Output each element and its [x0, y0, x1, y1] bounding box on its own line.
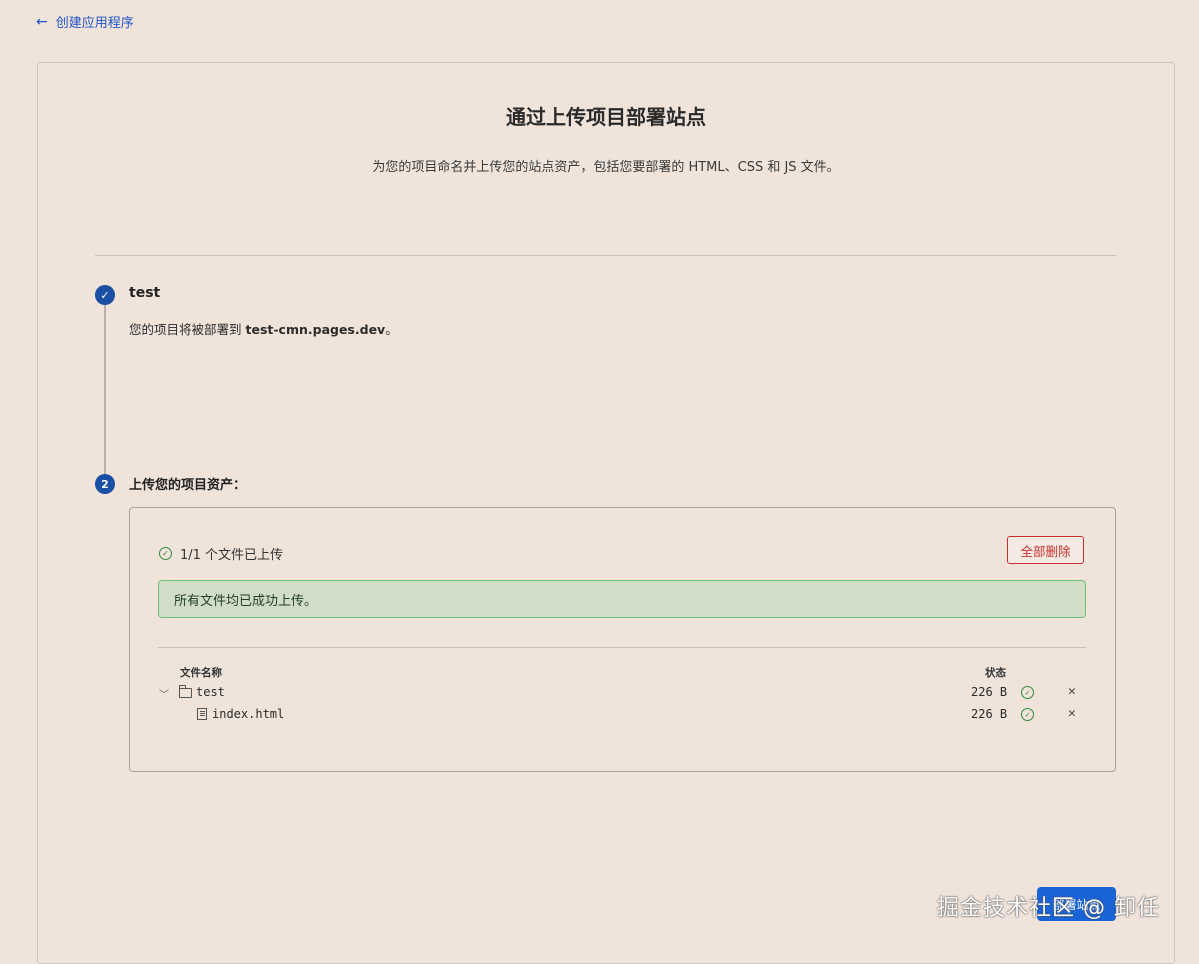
divider — [158, 647, 1086, 648]
step1-project-name: test — [129, 285, 161, 301]
watermark: 掘金技术社区 @ 卸任 — [937, 896, 1160, 921]
step1-description: 您的项目将被部署到 test-cmn.pages.dev。 — [129, 322, 398, 337]
column-header-name: 文件名称 — [180, 667, 222, 679]
project-domain: test-cmn.pages.dev — [245, 322, 386, 337]
page-title: 通过上传项目部署站点 — [506, 105, 706, 129]
divider — [95, 255, 1116, 256]
delete-all-button[interactable]: 全部删除 — [1007, 536, 1084, 564]
check-circle-icon: ✓ — [159, 547, 172, 560]
file-row: index.html 226 B ✓ ✕ — [130, 706, 1115, 726]
upload-panel: ✓ 1/1 个文件已上传 全部删除 所有文件均已成功上传。 文件名称 状态 ﹀ … — [129, 507, 1116, 772]
deploy-card: 通过上传项目部署站点 为您的项目命名并上传您的站点资产，包括您要部署的 HTML… — [37, 62, 1175, 964]
step-complete-check-icon: ✓ — [95, 285, 115, 305]
folder-icon — [178, 685, 192, 698]
file-icon — [197, 708, 207, 720]
file-row: ﹀ test 226 B ✓ ✕ — [130, 684, 1115, 704]
file-name: test — [196, 685, 225, 699]
step2-number: 2 — [95, 474, 115, 494]
page-subtitle: 为您的项目命名并上传您的站点资产，包括您要部署的 HTML、CSS 和 JS 文… — [372, 160, 840, 175]
upload-status-text: 1/1 个文件已上传 — [180, 548, 284, 563]
step2-title: 上传您的项目资产： — [129, 478, 247, 493]
check-circle-icon: ✓ — [1021, 708, 1034, 721]
success-banner: 所有文件均已成功上传。 — [158, 580, 1086, 618]
check-circle-icon: ✓ — [1021, 686, 1034, 699]
back-link[interactable]: ← 创建应用程序 — [36, 12, 134, 32]
column-header-status: 状态 — [985, 667, 1006, 679]
file-size: 226 B — [971, 707, 1008, 721]
upload-status: ✓ 1/1 个文件已上传 — [159, 544, 283, 563]
file-size: 226 B — [971, 685, 1008, 699]
remove-file-icon[interactable]: ✕ — [1068, 684, 1076, 699]
remove-file-icon[interactable]: ✕ — [1068, 706, 1076, 721]
step-connector — [104, 305, 106, 475]
file-name: index.html — [212, 707, 285, 721]
arrow-left-icon: ← — [36, 13, 48, 30]
back-link-label: 创建应用程序 — [55, 16, 134, 31]
chevron-down-icon[interactable]: ﹀ — [159, 686, 169, 701]
